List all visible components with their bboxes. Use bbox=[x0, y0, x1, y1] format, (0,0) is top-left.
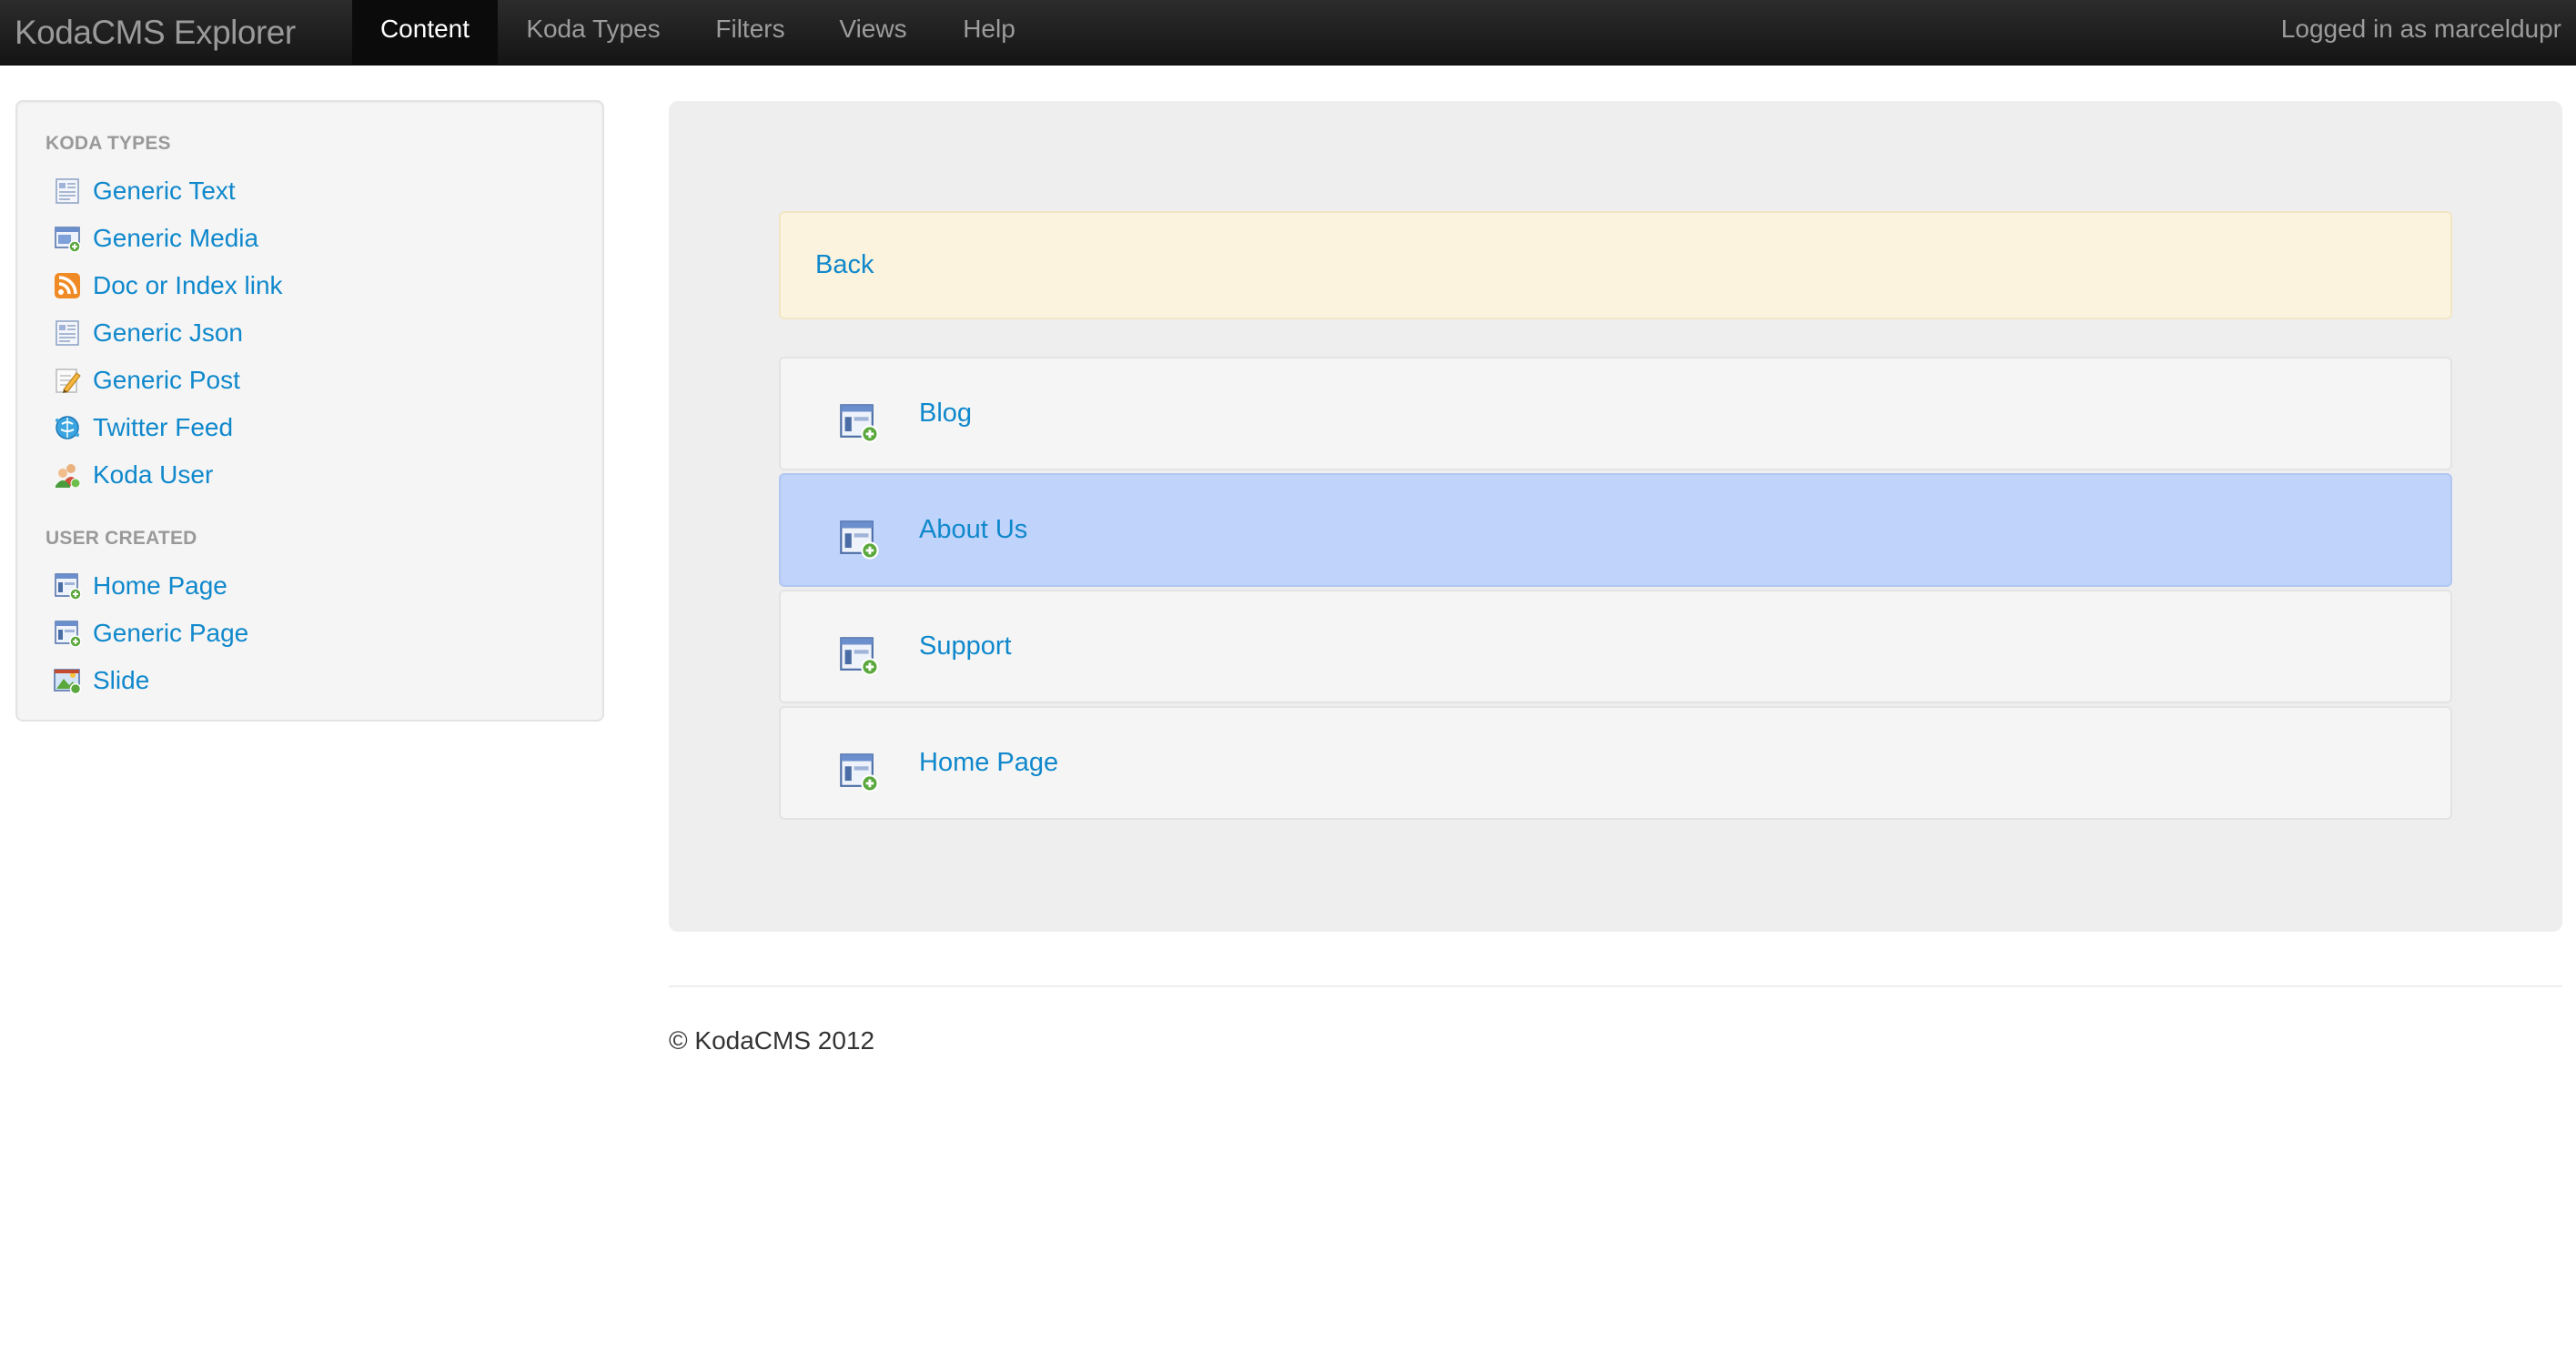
content-item-label[interactable]: About Us bbox=[919, 475, 1027, 585]
tab-content[interactable]: Content bbox=[352, 0, 498, 66]
sidebar-item-label: Twitter Feed bbox=[93, 413, 234, 441]
tab-filters[interactable]: Filters bbox=[689, 0, 812, 66]
rss-feed-icon bbox=[55, 273, 80, 298]
tab-views[interactable]: Views bbox=[812, 0, 934, 66]
login-status: Logged in as marceldupr bbox=[2280, 15, 2561, 43]
sidebar-header-koda-types: KODA TYPES bbox=[45, 133, 171, 154]
content-item-label[interactable]: Support bbox=[919, 591, 1012, 702]
sidebar-header-user-created: USER CREATED bbox=[45, 528, 197, 549]
sidebar-item-label: Generic Post bbox=[93, 366, 240, 394]
content-item-label[interactable]: Home Page bbox=[919, 708, 1058, 818]
tab-help[interactable]: Help bbox=[934, 0, 1044, 66]
text-document-icon bbox=[56, 178, 79, 204]
sidebar-item-label: Home Page bbox=[93, 571, 227, 600]
content-item-blog[interactable]: Blog bbox=[779, 357, 2452, 470]
sidebar-item-generic-media[interactable]: Generic Media bbox=[53, 220, 258, 257]
page-add-icon bbox=[840, 404, 879, 443]
sidebar-item-generic-post[interactable]: Generic Post bbox=[53, 362, 240, 399]
sidebar-item-label: Generic Media bbox=[93, 224, 259, 252]
media-icon bbox=[55, 227, 81, 253]
twitter-globe-icon bbox=[56, 416, 79, 439]
content-panel: Back Blog About Us Support Home Page bbox=[669, 101, 2562, 932]
back-link[interactable]: Back bbox=[815, 213, 874, 318]
sidebar-item-label: Koda User bbox=[93, 460, 214, 489]
footer-divider bbox=[669, 985, 2562, 987]
sidebar-item-label: Slide bbox=[93, 666, 150, 694]
sidebar-item-slide[interactable]: Slide bbox=[53, 662, 149, 699]
sidebar-item-label: Doc or Index link bbox=[93, 271, 283, 299]
sidebar-item-generic-json[interactable]: Generic Json bbox=[53, 315, 243, 351]
sidebar-item-label: Generic Text bbox=[93, 177, 236, 205]
pencil-post-icon bbox=[56, 369, 81, 393]
sidebar: KODA TYPES Generic Text Generic Media Do… bbox=[15, 100, 604, 722]
sidebar-item-generic-text[interactable]: Generic Text bbox=[53, 173, 236, 209]
content-item-label[interactable]: Blog bbox=[919, 358, 972, 469]
brand-logo[interactable]: KodaCMS Explorer bbox=[15, 0, 296, 66]
content-item-support[interactable]: Support bbox=[779, 590, 2452, 703]
page-add-icon bbox=[55, 621, 82, 648]
page-add-icon bbox=[840, 520, 879, 560]
content-item-about-us[interactable]: About Us bbox=[779, 473, 2452, 587]
top-navbar: KodaCMS Explorer Content Koda Types Filt… bbox=[0, 0, 2576, 66]
sidebar-item-doc-or-index-link[interactable]: Doc or Index link bbox=[53, 268, 283, 304]
sidebar-item-label: Generic Json bbox=[93, 318, 243, 347]
page-add-icon bbox=[840, 637, 879, 676]
sidebar-item-label: Generic Page bbox=[93, 619, 249, 647]
json-document-icon bbox=[56, 320, 79, 346]
sidebar-item-twitter-feed[interactable]: Twitter Feed bbox=[53, 409, 233, 446]
footer-copyright: © KodaCMS 2012 bbox=[669, 1026, 875, 1055]
back-bar: Back bbox=[779, 211, 2452, 319]
page-add-icon bbox=[55, 573, 82, 601]
users-icon bbox=[56, 464, 81, 489]
tab-koda-types[interactable]: Koda Types bbox=[498, 0, 689, 66]
content-item-home-page[interactable]: Home Page bbox=[779, 706, 2452, 820]
page-add-icon bbox=[840, 753, 879, 793]
sidebar-item-koda-user[interactable]: Koda User bbox=[53, 457, 213, 493]
sidebar-item-home-page[interactable]: Home Page bbox=[53, 568, 227, 604]
sidebar-item-generic-page[interactable]: Generic Page bbox=[53, 615, 248, 651]
slide-image-icon bbox=[54, 669, 82, 695]
